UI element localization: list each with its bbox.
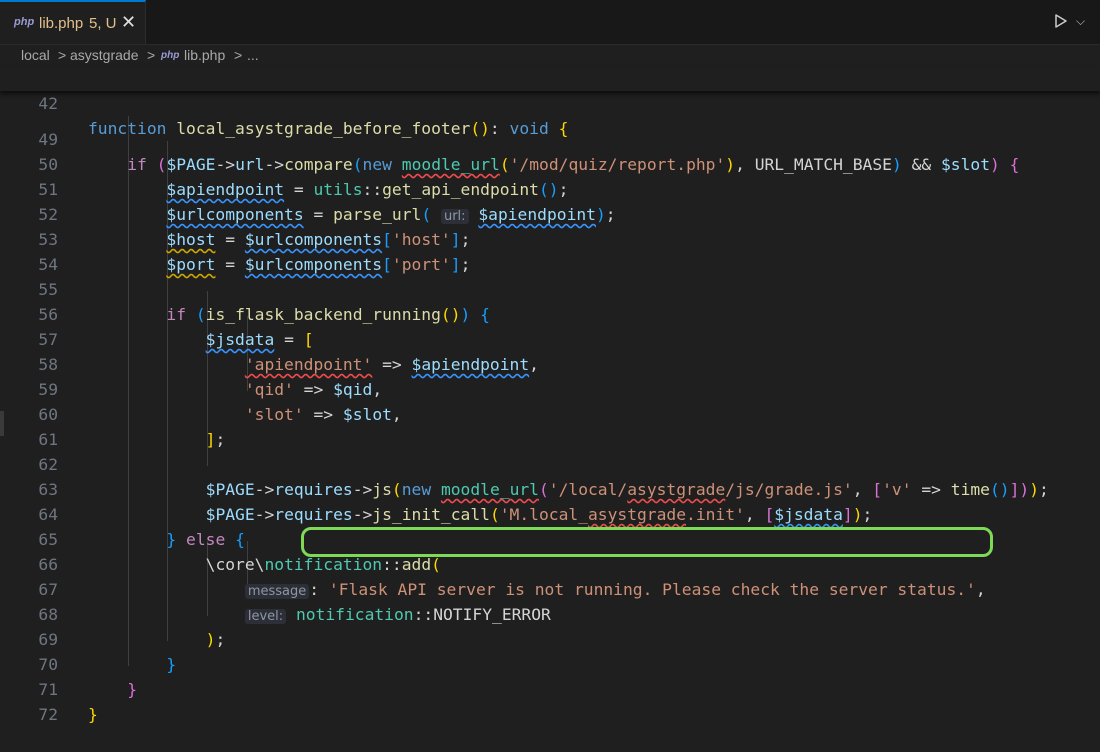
line-number: 42 — [38, 94, 58, 113]
code-row[interactable]: 71 } — [0, 652, 1100, 724]
code-line: function local_asystgrade_before_footer(… — [88, 119, 569, 138]
breadcrumb-item-local[interactable]: local — [21, 47, 50, 63]
code-row[interactable]: 69 } — [0, 602, 1100, 674]
code-row[interactable]: 54 — [0, 227, 1100, 274]
chevron-right-icon: > — [58, 47, 67, 63]
code-row[interactable]: 57 'apiendpoint' => $apiendpoint, — [0, 302, 1100, 374]
tab-lib-php[interactable]: php lib.php 5, U ✕ — [0, 0, 146, 44]
code-row[interactable]: 58 'qid' => $qid, — [0, 327, 1100, 399]
sticky-scroll-line[interactable]: 42 function local_asystgrade_before_foot… — [0, 66, 1100, 138]
code-row[interactable]: 63 $PAGE->requires->js_init_call('M.loca… — [0, 452, 1100, 524]
code-row[interactable]: 59 'slot' => $slot, — [0, 352, 1100, 424]
code-editor[interactable]: 42 function local_asystgrade_before_foot… — [0, 66, 1100, 724]
breadcrumb-item-symbol[interactable]: ... — [247, 47, 259, 63]
php-file-icon: php — [14, 16, 35, 28]
code-row[interactable]: 55 if (is_flask_backend_running()) { — [0, 252, 1100, 324]
code-row[interactable]: 64 } else { — [0, 477, 1100, 549]
code-row[interactable]: 56 $jsdata = [ — [0, 277, 1100, 349]
chevron-right-icon: > — [234, 47, 243, 63]
tab-status-badge: 5, U — [89, 15, 117, 32]
code-row[interactable]: 61 — [0, 402, 1100, 449]
tab-filename: lib.php — [39, 15, 84, 32]
line-number: 72 — [38, 705, 58, 724]
chevron-right-icon: > — [147, 47, 156, 63]
breadcrumb-item-file[interactable]: lib.php — [184, 47, 225, 63]
code-row[interactable]: 70 } — [0, 627, 1100, 699]
code-row[interactable]: 52 $host = $urlcomponents['host']; — [0, 177, 1100, 249]
run-icon[interactable] — [1054, 13, 1068, 29]
code-row[interactable]: 51 $urlcomponents = parse_url( url: $api… — [0, 152, 1100, 224]
code-row[interactable]: 72 — [0, 677, 1100, 724]
code-line: } — [88, 705, 98, 724]
highlight-annotation — [301, 527, 993, 557]
close-icon[interactable]: ✕ — [121, 12, 136, 33]
tab-bar: php lib.php 5, U ✕ ⌵ — [0, 0, 1100, 45]
code-row[interactable]: 60 ]; — [0, 377, 1100, 449]
breadcrumb: local > asystgrade > php lib.php > ... — [0, 45, 1100, 67]
chevron-down-icon[interactable]: ⌵ — [1076, 14, 1085, 29]
code-row[interactable]: 65 \core\notification::add( — [0, 502, 1100, 574]
php-file-icon: php — [161, 50, 180, 61]
code-row[interactable]: 62 $PAGE->requires->js(new moodle_url('/… — [0, 427, 1100, 499]
code-row[interactable]: 53 $port = $urlcomponents['port']; — [0, 202, 1100, 274]
breadcrumb-item-asystgrade[interactable]: asystgrade — [70, 47, 138, 63]
code-row[interactable]: 68 ); — [0, 577, 1100, 649]
